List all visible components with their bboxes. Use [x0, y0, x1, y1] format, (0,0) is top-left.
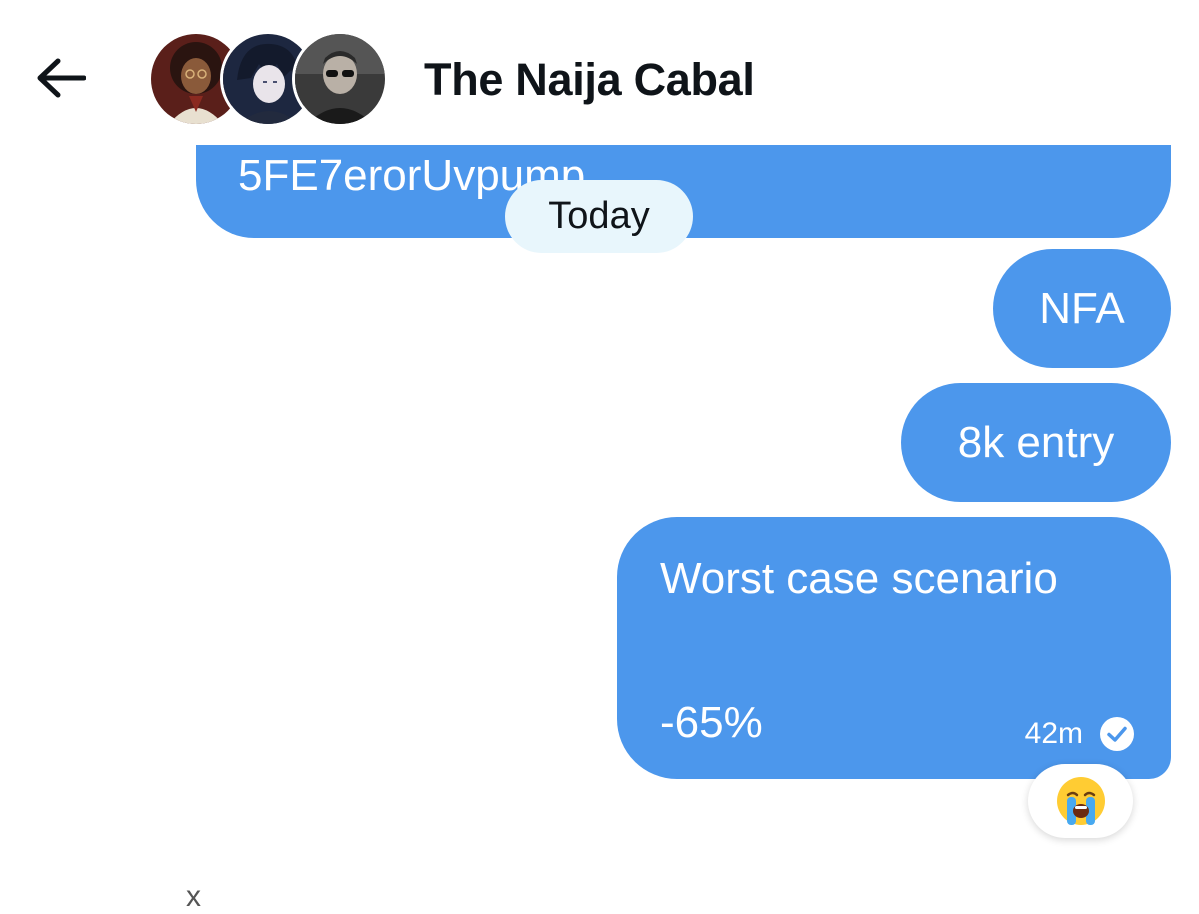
- message-text: 5FE7erorUvpump: [238, 151, 586, 200]
- avatar: [292, 31, 388, 127]
- message-text: 8k entry: [957, 417, 1115, 467]
- date-divider: Today: [505, 180, 693, 253]
- message-bubble[interactable]: NFA: [993, 249, 1171, 368]
- back-button[interactable]: [30, 52, 90, 104]
- group-avatars[interactable]: [148, 31, 388, 127]
- message-meta: 42m: [1025, 716, 1135, 752]
- message-text: -65%: [660, 698, 763, 747]
- message-bubble[interactable]: Worst case scenario -65% 42m: [617, 517, 1171, 779]
- check-circle-icon: [1100, 717, 1134, 751]
- message-text: NFA: [1039, 283, 1125, 333]
- arrow-left-icon: [37, 58, 86, 98]
- message-reaction[interactable]: [1028, 764, 1133, 838]
- crying-face-emoji: [1056, 777, 1105, 825]
- message-text: Worst case scenario: [660, 554, 1058, 603]
- conversation-title: The Naija Cabal: [424, 54, 755, 105]
- message-timestamp: 42m: [1024, 717, 1083, 750]
- conversation-header: The Naija Cabal: [0, 0, 1199, 145]
- message-bubble[interactable]: 8k entry: [901, 383, 1171, 502]
